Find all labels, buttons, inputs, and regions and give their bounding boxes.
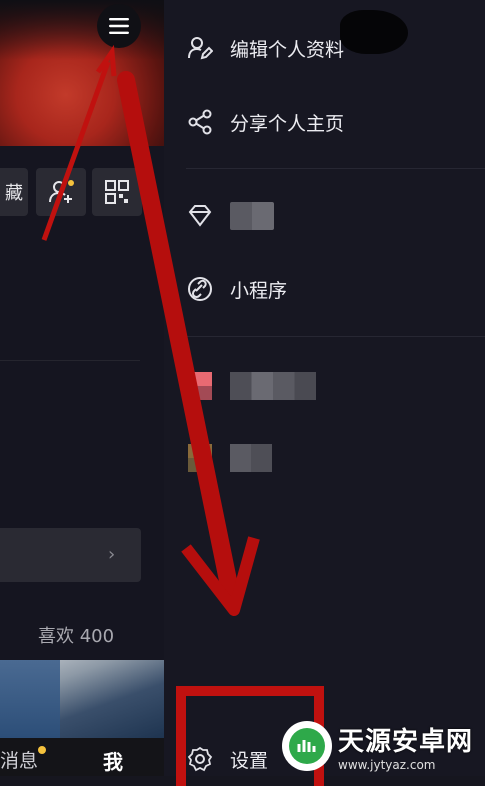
drawer-item-label: 分享个人主页	[230, 112, 345, 135]
tab-me[interactable]: 我	[103, 746, 123, 775]
watermark-name: 天源安卓网	[338, 726, 474, 757]
drawer-item-app-2[interactable]	[186, 444, 272, 472]
qr-code-button[interactable]	[92, 168, 142, 216]
add-friend-button[interactable]	[36, 168, 86, 216]
drawer-item-app-1[interactable]	[186, 372, 316, 400]
chevron-right-icon: ›	[108, 544, 116, 565]
menu-icon	[109, 18, 129, 34]
qr-code-icon	[105, 180, 129, 204]
pixelated-app-icon	[186, 444, 214, 472]
watermark-logo	[282, 721, 332, 771]
pixelated-label	[230, 444, 272, 472]
watermark-url: www.jytyaz.com	[338, 757, 436, 772]
share-icon	[186, 108, 214, 136]
tab-messages[interactable]: 消息	[0, 746, 38, 773]
drawer-item-edit-profile[interactable]: 编辑个人资料	[186, 34, 344, 62]
pixelated-app-icon	[186, 372, 214, 400]
collection-label: 藏	[5, 183, 23, 204]
user-edit-icon	[186, 34, 214, 62]
collection-button[interactable]: 藏	[0, 168, 28, 216]
watermark: 天源安卓网 www.jytyaz.com	[282, 716, 485, 776]
hamburger-menu-button[interactable]	[97, 4, 141, 48]
drawer-item-label: 编辑个人资料	[230, 38, 345, 61]
drawer-item-mini-program[interactable]: 小程序	[186, 275, 287, 303]
diamond-icon	[186, 202, 214, 230]
side-drawer: 编辑个人资料 分享个人主页 小程序 设置	[164, 0, 485, 776]
pixelated-label	[230, 202, 274, 230]
likes-tab[interactable]: 喜欢 400	[38, 622, 114, 648]
divider	[186, 336, 485, 337]
drawer-item-label: 小程序	[230, 279, 288, 302]
add-friend-icon	[49, 180, 74, 203]
pixelated-label	[230, 372, 316, 400]
divider	[186, 168, 485, 169]
divider	[0, 360, 140, 361]
info-row[interactable]	[0, 528, 141, 582]
drawer-item-share-profile[interactable]: 分享个人主页	[186, 108, 344, 136]
link-icon	[186, 275, 214, 303]
drawer-item-diamond[interactable]	[186, 202, 274, 230]
profile-page: 藏 › 喜欢 400 消息 我	[0, 0, 164, 776]
redaction-blob	[340, 10, 408, 54]
notification-dot	[38, 746, 46, 754]
